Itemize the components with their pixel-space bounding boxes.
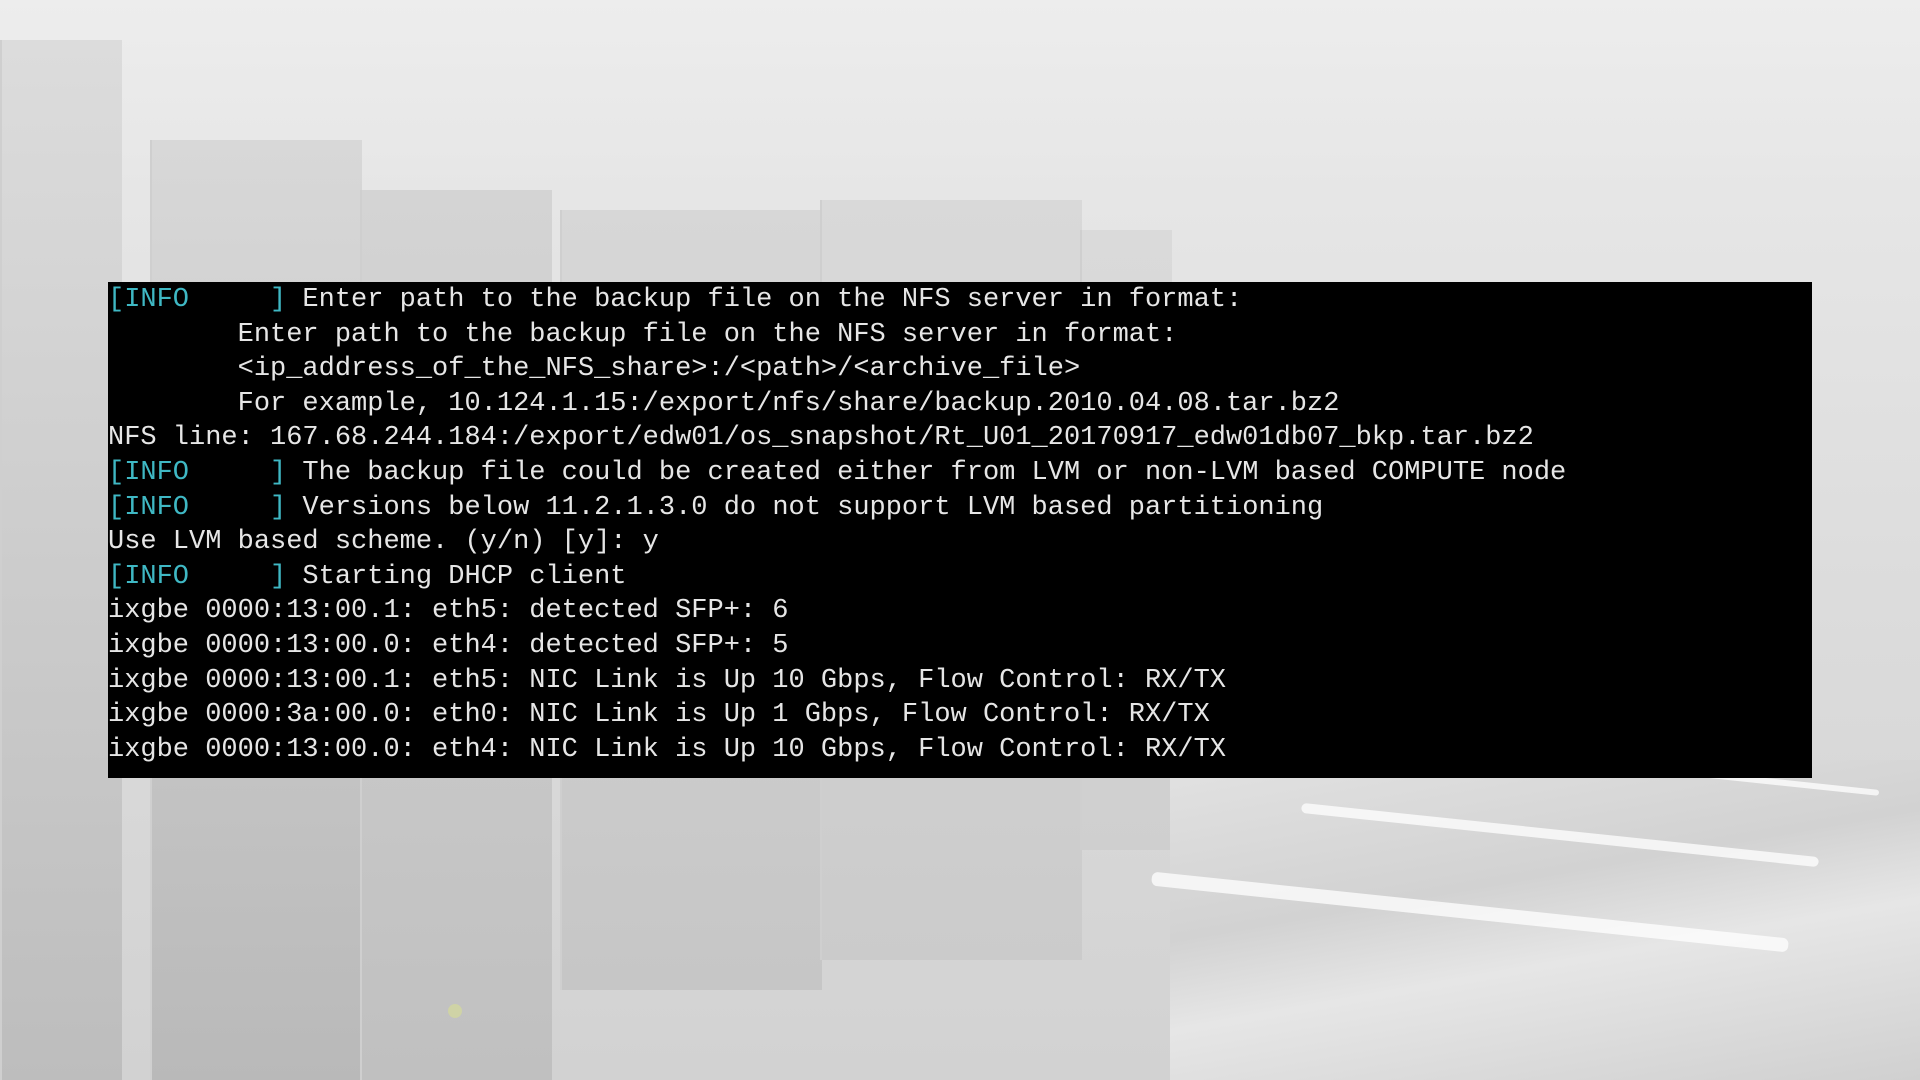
line-text: Starting DHCP client [286,561,627,592]
terminal-prompt-line[interactable] [108,767,1812,778]
terminal-line: Use LVM based scheme. (y/n) [y]: y [108,525,1812,560]
line-text: Enter path to the backup file on the NFS… [108,319,1178,350]
status-led [448,1004,462,1018]
line-text: Enter path to the backup file on the NFS… [286,285,1243,315]
info-tag: [INFO [108,457,190,488]
line-text: ixgbe 0000:13:00.1: eth5: detected SFP+:… [108,596,789,627]
terminal-line: [INFO ] Versions below 11.2.1.3.0 do not… [108,491,1812,526]
terminal-line: <ip_address_of_the_NFS_share>:/<path>/<a… [108,352,1812,387]
terminal-line: [INFO ] The backup file could be created… [108,456,1812,491]
line-text: NFS line: 167.68.244.184:/export/edw01/o… [108,423,1534,454]
line-text: Versions below 11.2.1.3.0 do not support… [286,492,1324,523]
terminal-line: [INFO ] Starting DHCP client [108,560,1812,595]
line-text: ixgbe 0000:3a:00.0: eth0: NIC Link is Up… [108,700,1210,731]
info-tag: [INFO [108,285,190,315]
line-text: ixgbe 0000:13:00.0: eth4: detected SFP+:… [108,630,789,661]
info-tag: [INFO [108,561,190,592]
terminal-line: ixgbe 0000:3a:00.0: eth0: NIC Link is Up… [108,698,1812,733]
terminal-line: [INFO ] Enter path to the backup file on… [108,283,1812,318]
terminal-line: For example, 10.124.1.15:/export/nfs/sha… [108,387,1812,422]
line-text: ixgbe 0000:13:00.0: eth4: NIC Link is Up… [108,734,1226,765]
terminal-line: NFS line: 167.68.244.184:/export/edw01/o… [108,421,1812,456]
line-text: The backup file could be created either … [286,457,1567,488]
terminal-line: Enter path to the backup file on the NFS… [108,318,1812,353]
terminal-line: ixgbe 0000:13:00.0: eth4: detected SFP+:… [108,629,1812,664]
info-tag-close: ] [189,492,287,523]
terminal-line: ixgbe 0000:13:00.0: eth4: NIC Link is Up… [108,733,1812,768]
terminal-line: ixgbe 0000:13:00.1: eth5: detected SFP+:… [108,594,1812,629]
line-text: Use LVM based scheme. (y/n) [y]: y [108,527,659,558]
info-tag-close: ] [189,285,287,315]
line-text: For example, 10.124.1.15:/export/nfs/sha… [108,388,1340,419]
terminal-line: ixgbe 0000:13:00.1: eth5: NIC Link is Up… [108,664,1812,699]
line-text: ixgbe 0000:13:00.1: eth5: NIC Link is Up… [108,665,1226,696]
terminal-window[interactable]: [INFO ] Enter path to the backup file on… [108,282,1812,778]
line-text: <ip_address_of_the_NFS_share>:/<path>/<a… [108,354,1081,385]
info-tag-close: ] [189,561,287,592]
server-rack [0,40,122,1080]
info-tag-close: ] [189,457,287,488]
info-tag: [INFO [108,492,190,523]
